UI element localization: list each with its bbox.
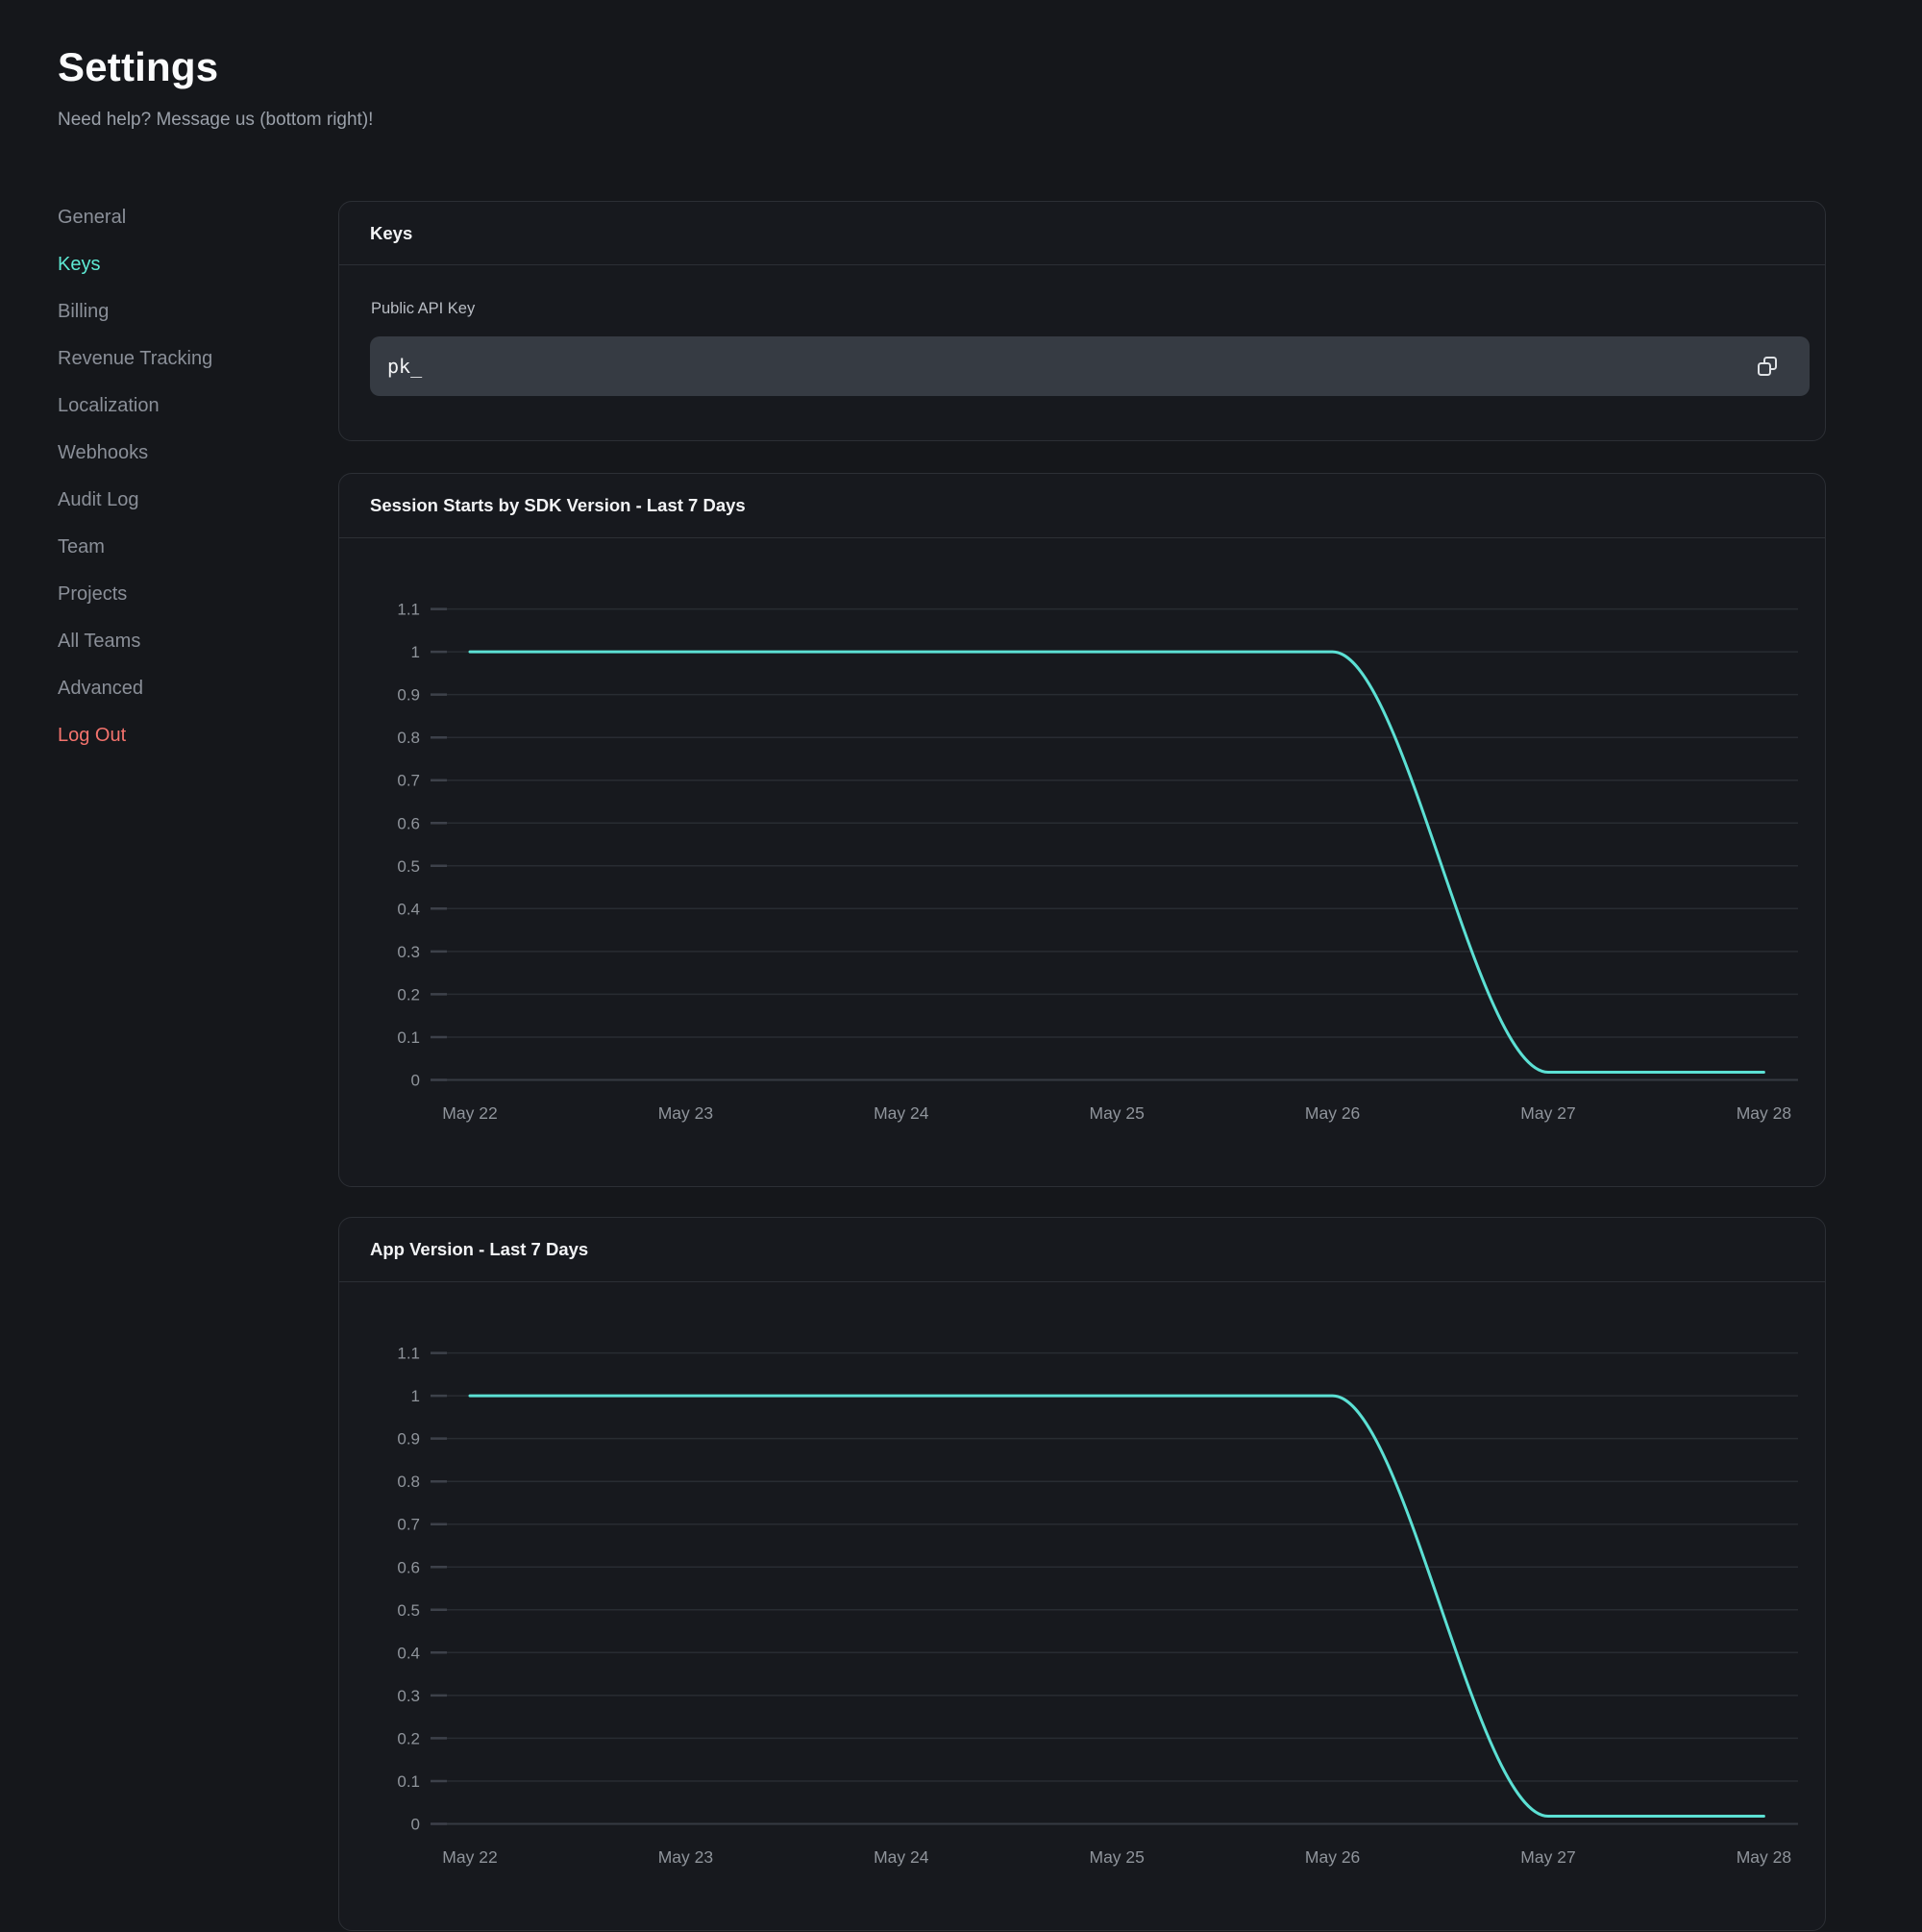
svg-text:May 25: May 25 bbox=[1090, 1847, 1145, 1867]
svg-text:0.2: 0.2 bbox=[397, 985, 420, 1003]
svg-text:May 23: May 23 bbox=[658, 1847, 713, 1867]
sidebar-item-advanced[interactable]: Advanced bbox=[58, 665, 308, 712]
svg-text:0.3: 0.3 bbox=[397, 1687, 420, 1705]
svg-text:0.4: 0.4 bbox=[397, 900, 420, 918]
page-header: Settings Need help? Message us (bottom r… bbox=[58, 44, 373, 131]
public-api-key-input[interactable] bbox=[370, 336, 1810, 396]
sdk-version-chart-card: Session Starts by SDK Version - Last 7 D… bbox=[338, 473, 1826, 1187]
svg-text:May 26: May 26 bbox=[1305, 1103, 1360, 1123]
sidebar-item-log-out[interactable]: Log Out bbox=[58, 712, 308, 759]
svg-text:1.1: 1.1 bbox=[397, 601, 420, 619]
keys-card: Keys Public API Key bbox=[338, 201, 1826, 441]
svg-text:May 28: May 28 bbox=[1737, 1847, 1791, 1867]
svg-text:May 26: May 26 bbox=[1305, 1847, 1360, 1867]
svg-text:0.9: 0.9 bbox=[397, 1430, 420, 1449]
sidebar-item-webhooks[interactable]: Webhooks bbox=[58, 430, 308, 477]
svg-text:0.8: 0.8 bbox=[397, 1473, 420, 1491]
app-version-chart-title: App Version - Last 7 Days bbox=[339, 1218, 1825, 1282]
keys-card-title: Keys bbox=[339, 202, 1825, 265]
copy-button[interactable] bbox=[1754, 353, 1781, 380]
sidebar-item-team[interactable]: Team bbox=[58, 524, 308, 571]
svg-text:0.4: 0.4 bbox=[397, 1644, 420, 1662]
app-version-chart-card: App Version - Last 7 Days 00.10.20.30.40… bbox=[338, 1217, 1826, 1931]
public-api-key-label: Public API Key bbox=[371, 300, 475, 318]
page-title: Settings bbox=[58, 44, 373, 90]
sidebar-item-audit-log[interactable]: Audit Log bbox=[58, 477, 308, 524]
svg-text:0.8: 0.8 bbox=[397, 729, 420, 747]
app-version-chart: 0 0.1 0.2 0.3 0.4 0.5 0.6 0.7 0.8 0.9 1 1.1 May 22 Ma… bbox=[339, 1282, 1827, 1932]
svg-text:0.5: 0.5 bbox=[397, 1601, 420, 1620]
svg-text:May 22: May 22 bbox=[442, 1103, 497, 1123]
svg-text:May 24: May 24 bbox=[874, 1103, 929, 1123]
svg-text:May 28: May 28 bbox=[1737, 1103, 1791, 1123]
svg-text:1.1: 1.1 bbox=[397, 1345, 420, 1363]
svg-text:May 24: May 24 bbox=[874, 1847, 929, 1867]
svg-text:May 27: May 27 bbox=[1520, 1847, 1575, 1867]
sidebar-item-projects[interactable]: Projects bbox=[58, 571, 308, 618]
svg-text:0.3: 0.3 bbox=[397, 943, 420, 961]
sidebar: GeneralKeysBillingRevenue TrackingLocali… bbox=[58, 194, 308, 759]
svg-text:0: 0 bbox=[411, 1816, 420, 1834]
svg-text:0.5: 0.5 bbox=[397, 857, 420, 876]
svg-text:May 27: May 27 bbox=[1520, 1103, 1575, 1123]
svg-text:0.6: 0.6 bbox=[397, 814, 420, 832]
svg-text:1: 1 bbox=[411, 643, 420, 661]
sidebar-item-revenue-tracking[interactable]: Revenue Tracking bbox=[58, 335, 308, 383]
sdk-version-chart-title: Session Starts by SDK Version - Last 7 D… bbox=[339, 474, 1825, 538]
svg-text:1: 1 bbox=[411, 1387, 420, 1405]
svg-text:May 22: May 22 bbox=[442, 1847, 497, 1867]
copy-icon bbox=[1756, 355, 1779, 378]
public-api-key-field-wrap bbox=[370, 336, 1810, 396]
svg-text:0.1: 0.1 bbox=[397, 1772, 420, 1791]
sidebar-item-billing[interactable]: Billing bbox=[58, 288, 308, 335]
page-subtitle: Need help? Message us (bottom right)! bbox=[58, 110, 373, 131]
sidebar-item-localization[interactable]: Localization bbox=[58, 383, 308, 430]
svg-text:0.2: 0.2 bbox=[397, 1729, 420, 1747]
sidebar-item-keys[interactable]: Keys bbox=[58, 241, 308, 288]
svg-text:May 25: May 25 bbox=[1090, 1103, 1145, 1123]
svg-text:0.9: 0.9 bbox=[397, 686, 420, 705]
svg-text:0.7: 0.7 bbox=[397, 772, 420, 790]
svg-text:May 23: May 23 bbox=[658, 1103, 713, 1123]
sdk-version-chart: 0 0.1 0.2 0.3 0.4 0.5 0.6 0.7 0.8 0.9 1 1.1 May 22 Ma… bbox=[339, 538, 1827, 1188]
sidebar-item-general[interactable]: General bbox=[58, 194, 308, 241]
svg-text:0.7: 0.7 bbox=[397, 1516, 420, 1534]
svg-text:0.1: 0.1 bbox=[397, 1028, 420, 1047]
sidebar-item-all-teams[interactable]: All Teams bbox=[58, 618, 308, 665]
svg-text:0.6: 0.6 bbox=[397, 1558, 420, 1576]
svg-text:0: 0 bbox=[411, 1072, 420, 1090]
